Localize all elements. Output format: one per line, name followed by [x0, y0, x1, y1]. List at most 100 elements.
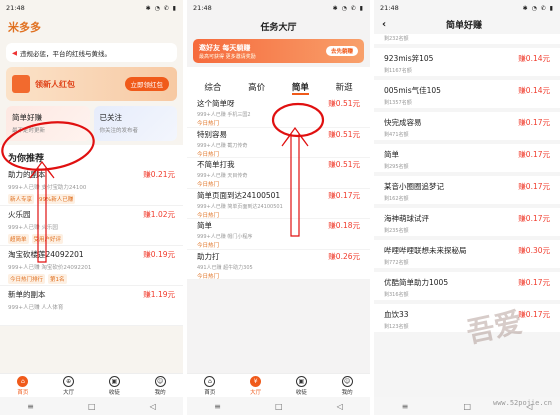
back-nav-icon[interactable]: ◁ [150, 402, 156, 411]
home-nav-icon[interactable]: □ [463, 402, 471, 411]
menu-nav-icon[interactable]: ≡ [27, 402, 34, 411]
banner-title: 邀好友 每天躺赚 [199, 43, 251, 52]
category-tabs: 综合 高价 简单 新逛 [187, 67, 370, 97]
tab-hall[interactable]: ⊕ 大厅 [46, 374, 92, 397]
card-followed[interactable]: 已关注 你关注的发布者 [93, 106, 177, 141]
item-price: 赚1.19元 [143, 290, 175, 299]
item-price: 赚0.17元 [518, 182, 550, 191]
list-item[interactable]: 简单 赚0.18元 999+人已赚 帽门小程序 今日热门 [187, 219, 370, 250]
invite-button[interactable]: 去先躺赚 [325, 46, 358, 56]
item-title: 特别容易 [197, 129, 227, 139]
item-tag: 超简单 [8, 234, 29, 244]
item-meta: 剩162名额 [384, 196, 409, 202]
item-price: 赚0.51元 [328, 99, 360, 108]
home-nav-icon[interactable]: □ [88, 402, 96, 411]
tab-high-price[interactable]: 高价 [248, 81, 265, 95]
item-price: 赚1.02元 [143, 210, 175, 219]
item-tag: 今日热门排行 [8, 274, 46, 284]
banner-sub: 最高可获得 更多邀请奖励 [199, 53, 256, 60]
item-meta: 剩1357名额 [384, 100, 412, 106]
item-title: 优酷简单助力1005 [384, 278, 449, 287]
status-bar: 21:48 ✱ ◔ ✆ ▮ [374, 0, 560, 16]
item-title: 新单的副本 [8, 290, 46, 299]
item-price: 赚0.21元 [143, 170, 175, 179]
menu-nav-icon[interactable]: ≡ [402, 402, 409, 411]
item-meta: 999+人已赚 天目传奇 [197, 173, 248, 179]
item-title: 火乐园 [8, 210, 31, 219]
phone-home: 21:48 ✱ ◔ ✆ ▮ 米多多 ◀ 违规必惩，平台的红线与黄线。 领新人红包 立… [0, 0, 183, 415]
tab-label: 首页 [204, 389, 216, 396]
bottom-tabbar: ⌂ 首页 ¥ 大厅 ▣ 收徒 ☺ 我的 [187, 373, 370, 397]
list-item[interactable]: 哔哩哔哩联想未来探秘局 赚0.30元 剩772名额 [374, 240, 560, 268]
item-meta: 999+人已赚 帽门小程序 [197, 234, 253, 240]
item-tag: 受用户好评 [31, 234, 64, 244]
item-meta: 999+人已赚 人人体育 [8, 305, 64, 311]
list-item[interactable]: 海神萌球试评 赚0.17元 剩235名额 [374, 208, 560, 236]
list-item[interactable]: 特别容易 赚0.51元 999+人已赚 截刀传奇 今日热门 [187, 128, 370, 158]
list-item[interactable]: 某音小圈圈追梦记 赚0.17元 剩162名额 [374, 176, 560, 204]
home-nav-icon[interactable]: □ [275, 402, 283, 411]
list-item[interactable]: 简单页面到达24100501 赚0.17元 999+人已赚 简单页面到达241005… [187, 189, 370, 219]
tab-simple[interactable]: 简单 [291, 81, 309, 95]
item-price: 赚0.19元 [143, 250, 175, 259]
tab-home[interactable]: ⌂ 首页 [0, 374, 46, 397]
list-item[interactable]: 不简单打我 赚0.51元 999+人已赚 天目传奇 今日热门 [187, 158, 370, 189]
card-easy-earn[interactable]: 简单好赚 最不定时更新 [6, 106, 90, 141]
status-icons: ✱ ◔ ✆ ▮ [332, 4, 364, 12]
item-price: 赚0.18元 [328, 221, 360, 230]
tab-all[interactable]: 综合 [204, 81, 221, 95]
item-hot: 今日热门 [197, 212, 220, 219]
notice-text: 违规必惩，平台的红线与黄线。 [20, 49, 111, 58]
list-item[interactable]: 火乐园 赚1.02元 999+人已赚 火乐园超简单 受用户好评 [0, 206, 183, 246]
page-title: 简单好赚 [446, 20, 483, 31]
tab-apprentice[interactable]: ▣ 收徒 [92, 374, 138, 397]
list-item[interactable]: 助力打 赚0.26元 491人已赚 超牛助力305 今日热门 [187, 250, 370, 280]
item-hot: 今日热门 [197, 273, 220, 280]
new-user-banner[interactable]: 领新人红包 立即领红包 [6, 67, 177, 101]
item-hot: 今日热门 [197, 121, 220, 127]
list-item[interactable]: 005mis气佳105 赚0.14元 剩1357名额 [374, 80, 560, 108]
brand-logo: 米多多 [0, 16, 183, 38]
status-icons: ✱ ◔ ✆ ▮ [145, 4, 177, 12]
menu-nav-icon[interactable]: ≡ [214, 402, 221, 411]
item-tag: 第1名 [48, 274, 67, 284]
claim-redpacket-button[interactable]: 立即领红包 [124, 77, 169, 91]
back-nav-icon[interactable]: ◁ [337, 402, 343, 411]
status-time: 21:48 [193, 4, 212, 12]
watermark-text: www.52pojie.cn [492, 399, 552, 407]
tab-apprentice[interactable]: ▣ 收徒 [279, 374, 325, 397]
invite-banner[interactable]: 邀好友 每天躺赚 最高可获得 更多邀请奖励 去先躺赚 [193, 39, 364, 63]
item-hot: 今日热门 [197, 243, 220, 249]
item-meta: 999+人已赚 火乐园 [8, 225, 58, 231]
item-hot: 今日热门 [197, 151, 220, 158]
system-nav: ≡ □ ◁ [187, 397, 370, 415]
item-price: 赚0.26元 [328, 251, 360, 261]
card-sub: 你关注的发布者 [99, 128, 139, 134]
list-item[interactable]: 这个简单呀 赚0.51元 999+人已赚 手机三国2 今日热门 [187, 97, 370, 128]
tab-home[interactable]: ⌂ 首页 [187, 374, 233, 397]
item-meta: 491人已赚 超牛助力305 [197, 264, 253, 271]
list-item[interactable]: 新单的副本 赚1.19元 999+人已赚 人人体育 [0, 286, 183, 326]
notice-bar[interactable]: ◀ 违规必惩，平台的红线与黄线。 [6, 43, 177, 62]
item-title: 简单页面到达24100501 [197, 190, 281, 200]
item-meta: 剩235名额 [384, 228, 409, 234]
home-icon: ⌂ [204, 375, 216, 387]
tab-mine[interactable]: ☺ 我的 [137, 374, 183, 397]
tab-label: 收徒 [295, 389, 307, 396]
list-item[interactable]: 淘宝砍楼莲24092201 赚0.19元 999+人已赚 淘宝砍价24092201 今… [0, 246, 183, 286]
tab-mine[interactable]: ☺ 我的 [324, 374, 370, 397]
list-item[interactable]: 优酷简单助力1005 赚0.17元 剩316名额 [374, 272, 560, 300]
gift-icon: ▣ [108, 375, 120, 387]
item-title: 923mis笄105 [384, 54, 434, 63]
tab-browse[interactable]: 新逛 [336, 81, 353, 95]
list-item[interactable]: 助力的副本 赚0.21元 999+人已赚 支付宝助力24100 新人专享 99%新人已赚 [0, 166, 183, 206]
item-tag: 99%新人已赚 [37, 194, 76, 204]
item-title: 简单 [384, 150, 399, 159]
list-item[interactable]: 923mis笄105 赚0.14元 剩1167名额 [374, 48, 560, 76]
list-item[interactable]: 简单 赚0.17元 剩295名额 [374, 144, 560, 172]
tab-hall[interactable]: ¥ 大厅 [233, 374, 279, 397]
status-bar: 21:48 ✱ ◔ ✆ ▮ [0, 0, 183, 16]
item-meta: 剩316名额 [384, 292, 409, 298]
item-title: 快完成容易 [384, 118, 422, 127]
list-item[interactable]: 快完成容易 赚0.17元 剩471名额 [374, 112, 560, 140]
